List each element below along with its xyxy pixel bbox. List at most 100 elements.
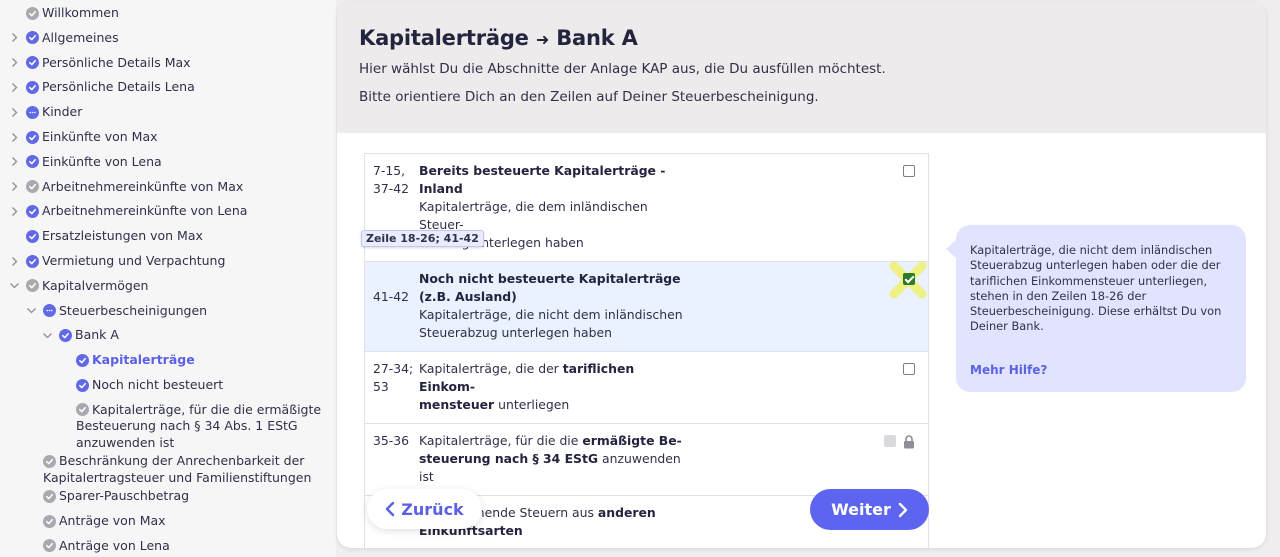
sidebar-item[interactable]: Anträge von Max xyxy=(43,513,330,529)
sidebar-item[interactable]: Kapitalerträge xyxy=(76,352,330,368)
more-help-link[interactable]: Mehr Hilfe? xyxy=(970,363,1047,378)
help-text-line: Steuerabzug unterlegen haben oder die de… xyxy=(970,258,1221,273)
chevron-right-icon[interactable] xyxy=(8,55,20,71)
option-checkbox[interactable] xyxy=(903,273,915,285)
sidebar-item-label: Kapitalvermögen xyxy=(42,277,149,293)
check-circle-icon xyxy=(43,454,56,468)
sidebar-navigation: Willkommen Allgemeines Persönliche Details… xyxy=(0,0,336,557)
help-text-line: Kapitalerträge, die nicht dem inländisch… xyxy=(970,243,1213,257)
sidebar-item[interactable]: Steuerbescheinigungen xyxy=(26,302,330,319)
check-circle-icon xyxy=(76,353,89,367)
intro-text-1: Hier wählst Du die Abschnitte der Anlage… xyxy=(359,61,886,77)
sidebar-item[interactable]: Beschränkung der Anrechenbarkeit der Kapi… xyxy=(43,453,330,486)
chevron-right-icon[interactable] xyxy=(8,179,20,195)
lock-icon xyxy=(903,435,915,449)
check-circle-icon xyxy=(26,155,39,169)
chevron-right-icon[interactable] xyxy=(8,79,20,95)
check-circle-icon xyxy=(26,80,39,94)
page-title-bank: Bank A xyxy=(556,26,638,50)
option-description: Kapitalerträge, für die die ermäßigte Be… xyxy=(419,433,682,484)
sidebar-item-label: Arbeitnehmereinkünfte von Max xyxy=(42,178,244,194)
chevron-down-icon[interactable] xyxy=(8,278,20,294)
section-option-row[interactable]: 41-42 Noch nicht besteuerte Kapitalerträg… xyxy=(365,261,928,352)
check-circle-icon xyxy=(26,279,39,293)
line-numbers: 7-15, 37-42 xyxy=(373,163,410,196)
sidebar-item-label: Persönliche Details Lena xyxy=(42,79,195,95)
chevron-right-icon xyxy=(898,502,908,517)
sidebar-item-label: Anträge von Max xyxy=(59,513,166,529)
back-button-label: Zurück xyxy=(401,499,464,519)
option-checkbox[interactable] xyxy=(903,363,915,375)
chevron-down-icon[interactable] xyxy=(25,303,37,319)
sidebar-item-label: Anträge von Lena xyxy=(59,537,170,553)
check-circle-icon xyxy=(26,254,39,268)
sidebar-item[interactable]: Kapitalvermögen xyxy=(9,277,330,294)
line-numbers: 35-36 xyxy=(373,433,410,448)
help-bubble: Kapitalerträge, die nicht dem inländisch… xyxy=(946,225,1246,392)
check-circle-icon xyxy=(26,6,39,20)
help-text-line: stehen in den Zeilen 18-26 der xyxy=(970,288,1147,303)
panel-header: Kapitalerträge ➜ Bank A Hier wählst Du d… xyxy=(337,2,1266,133)
page-title: Kapitalerträge ➜ Bank A xyxy=(359,26,1266,50)
sidebar-item-label: Noch nicht besteuert xyxy=(92,377,224,392)
intro-text-2: Bitte orientiere Dich an den Zeilen auf … xyxy=(359,89,819,105)
chevron-right-icon[interactable] xyxy=(8,129,20,145)
in-progress-icon xyxy=(26,105,39,119)
help-text: Kapitalerträge, die nicht dem inländisch… xyxy=(970,243,1234,335)
chevron-right-icon[interactable] xyxy=(8,104,20,120)
sidebar-item[interactable]: Persönliche Details Lena xyxy=(11,79,330,95)
chevron-right-icon[interactable] xyxy=(8,30,20,46)
sidebar-item[interactable]: Willkommen xyxy=(26,5,330,21)
sidebar-item[interactable]: Bank A xyxy=(42,327,330,343)
option-description: Kapitalerträge, die der tariflichen Eink… xyxy=(419,361,635,412)
sidebar-item[interactable]: Sparer-Pauschbetrag xyxy=(43,488,330,504)
check-circle-icon xyxy=(43,514,56,528)
sidebar-item[interactable]: Einkünfte von Max xyxy=(11,129,330,145)
arrow-right-icon: ➜ xyxy=(535,30,550,49)
sidebar-item-label: Kapitalerträge, für die die ermäßigte Bes… xyxy=(76,401,322,450)
sidebar-item[interactable]: Persönliche Details Max xyxy=(11,55,330,71)
option-checkbox[interactable] xyxy=(903,165,915,177)
sidebar-item[interactable]: Kinder xyxy=(11,104,330,120)
chevron-right-icon[interactable] xyxy=(8,154,20,170)
check-circle-icon xyxy=(26,130,39,144)
sidebar-item[interactable]: Arbeitnehmereinkünfte von Lena xyxy=(11,203,330,219)
sidebar-item-label: Bank A xyxy=(75,327,119,343)
back-button[interactable]: Zurück xyxy=(367,489,482,529)
check-circle-icon xyxy=(26,56,39,70)
section-option-row[interactable]: 27-34; 53 Kapitalerträge, die der tariflic… xyxy=(365,352,928,424)
sidebar-item[interactable]: Noch nicht besteuert xyxy=(76,377,330,393)
check-circle-icon xyxy=(26,31,39,45)
chevron-left-icon xyxy=(386,501,395,517)
sidebar-item-label: Willkommen xyxy=(42,5,119,20)
chevron-right-icon[interactable] xyxy=(8,253,20,269)
in-progress-icon xyxy=(43,304,56,318)
chevron-right-icon[interactable] xyxy=(8,203,20,219)
check-circle-icon xyxy=(26,229,39,243)
sidebar-item[interactable]: Anträge von Lena xyxy=(43,538,330,554)
check-circle-icon xyxy=(76,378,89,392)
chevron-down-icon[interactable] xyxy=(41,327,53,343)
check-circle-icon xyxy=(43,489,56,503)
section-option-row: 35-36 Kapitalerträge, für die die ermäßig… xyxy=(365,424,928,496)
sidebar-item-label: Beschränkung der Anrechenbarkeit der Kapi… xyxy=(43,453,312,485)
sidebar-item[interactable]: Ersatzleistungen von Max xyxy=(26,228,330,244)
sidebar-item-label: Allgemeines xyxy=(42,29,119,45)
sidebar-item[interactable]: Allgemeines xyxy=(11,29,330,46)
check-circle-icon xyxy=(43,539,56,553)
sidebar-item[interactable]: Vermietung und Verpachtung xyxy=(11,253,330,269)
help-text-line: tariflichen Einkommensteuer unterliegen, xyxy=(970,273,1208,288)
sidebar-item-label: Einkünfte von Lena xyxy=(42,153,162,169)
help-text-line: Steuerbescheinigung. Diese erhältst Du v… xyxy=(970,304,1222,319)
page-title-text: Kapitalerträge xyxy=(359,26,529,50)
sidebar-item[interactable]: Kapitalerträge, für die die ermäßigte Bes… xyxy=(76,402,330,452)
next-button[interactable]: Weiter xyxy=(810,489,929,530)
sidebar-item-label: Steuerbescheinigungen xyxy=(59,302,208,318)
sidebar-item[interactable]: Einkünfte von Lena xyxy=(11,153,330,170)
sidebar-item-label: Vermietung und Verpachtung xyxy=(42,253,226,268)
check-circle-icon xyxy=(26,204,39,218)
sidebar-item[interactable]: Arbeitnehmereinkünfte von Max xyxy=(11,178,330,195)
option-checkbox-disabled xyxy=(884,435,896,447)
line-numbers: 41-42 xyxy=(373,289,410,304)
sidebar-item-label: Kinder xyxy=(42,104,83,120)
